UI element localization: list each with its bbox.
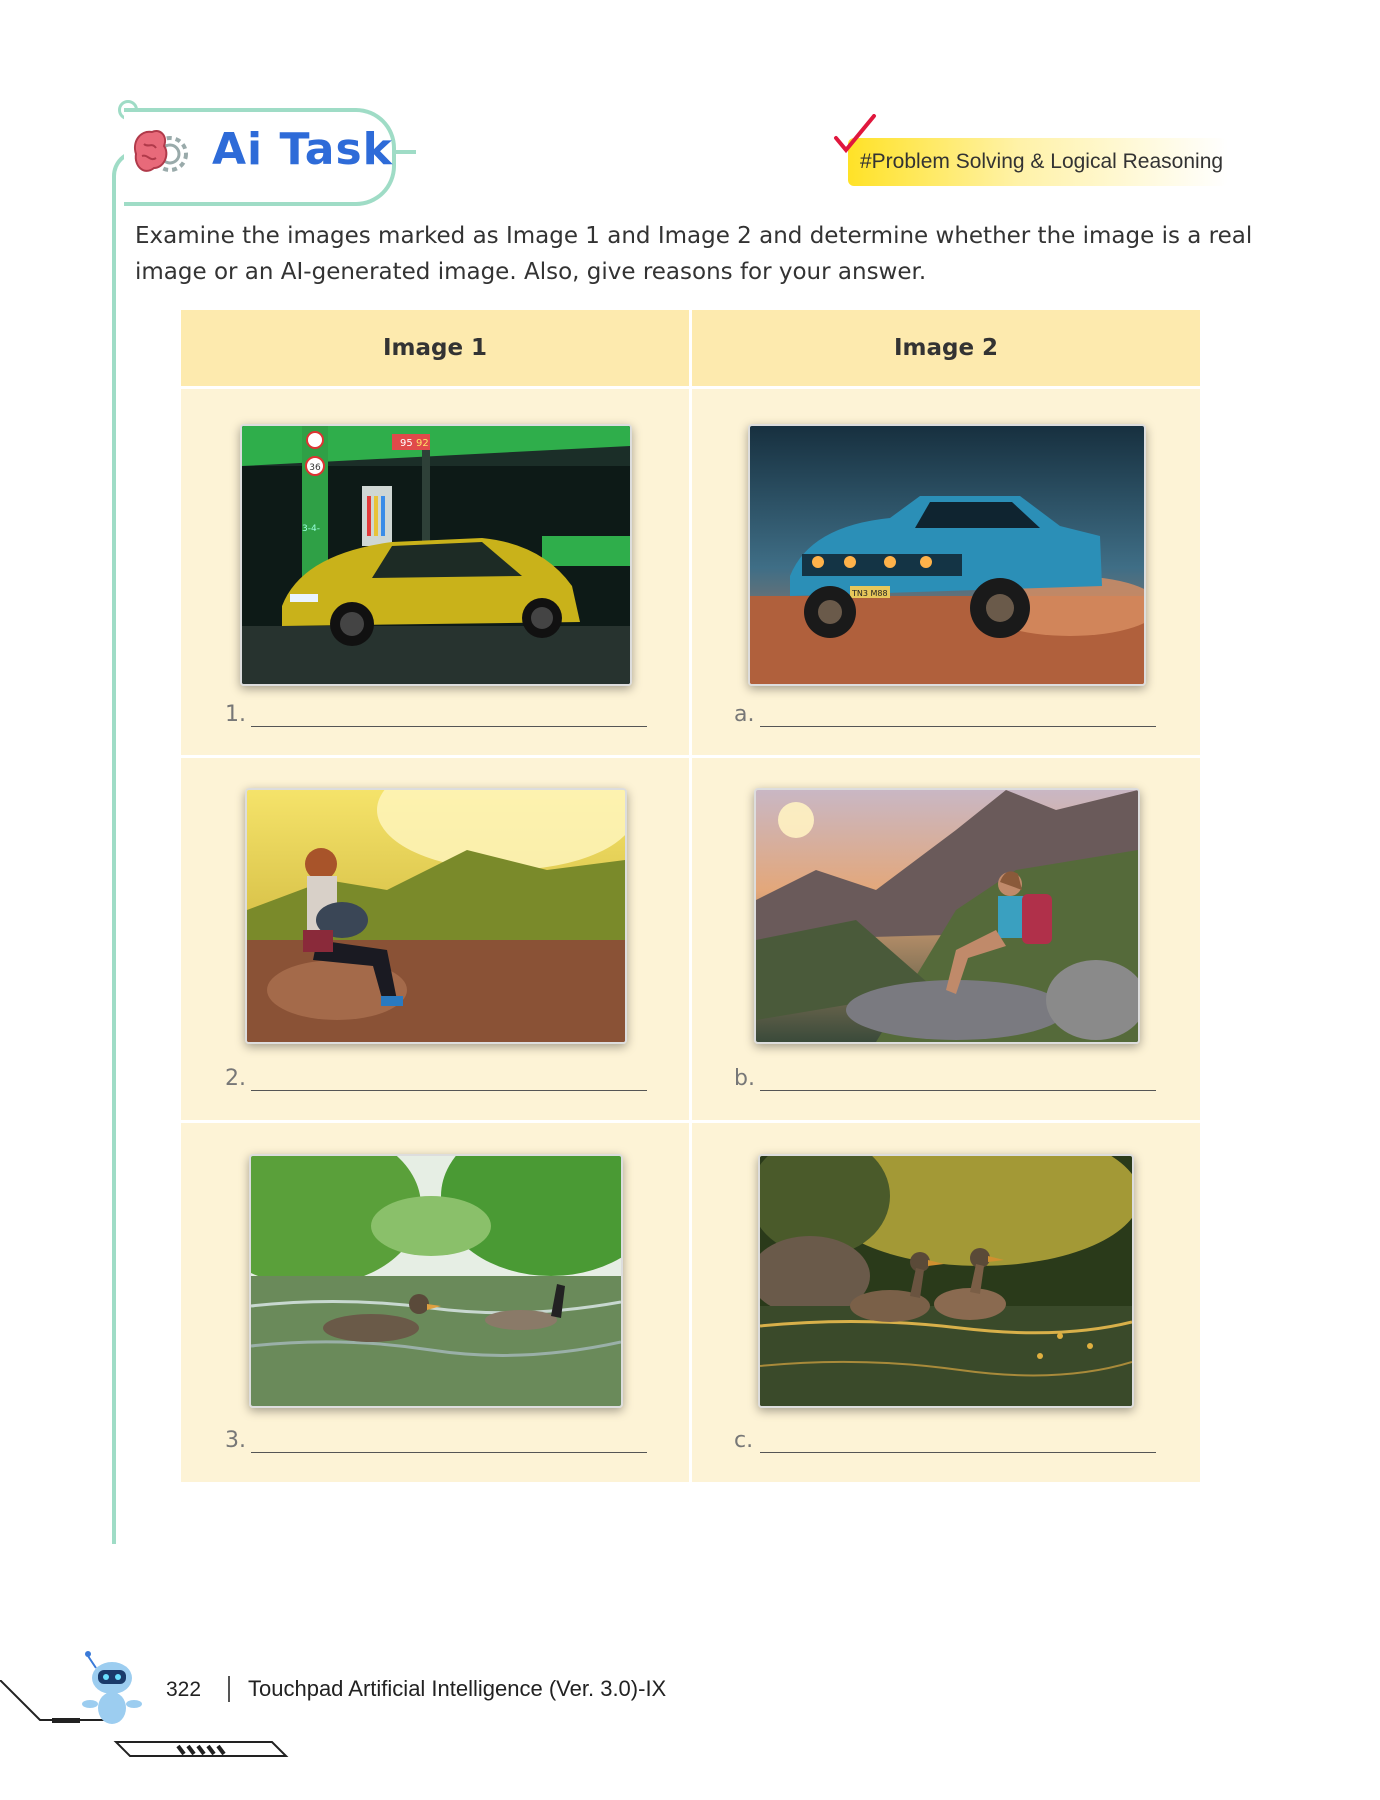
row-divider (181, 386, 1200, 389)
answer-blank-b[interactable]: b. (734, 1066, 1156, 1096)
answer-label: 1. (225, 702, 246, 727)
answer-blank-1[interactable]: 1. (225, 702, 647, 732)
answer-label: 3. (225, 1428, 246, 1453)
image-3-ducks-photo (249, 1154, 623, 1408)
instructions-text: Examine the images marked as Image 1 and… (135, 223, 1253, 285)
answer-blank-a[interactable]: a. (734, 702, 1156, 732)
left-rail (112, 204, 116, 1544)
row-divider (181, 1120, 1200, 1123)
image-c-ducks-photo (758, 1154, 1134, 1408)
speed-sign-text: 36 (309, 463, 321, 473)
answer-line (251, 1452, 647, 1453)
robot-mascot-icon (74, 1650, 148, 1734)
row-divider (181, 755, 1200, 758)
answer-line (760, 726, 1156, 727)
image-a-car-photo: TN3 M88 (748, 424, 1146, 686)
price-sign-text: 95 (400, 438, 413, 449)
answer-label: a. (734, 702, 755, 727)
footer-separator (228, 1676, 230, 1702)
answer-label: b. (734, 1066, 755, 1091)
image-comparison-table: Image 1 Image 2 36 95 92 3-4- 1. TN3 M88… (181, 310, 1200, 1482)
answer-label: c. (734, 1428, 754, 1453)
answer-line (251, 1090, 647, 1091)
tag-text: #Problem Solving & Logical Reasoning (860, 150, 1224, 173)
image-b-hiker-photo (754, 788, 1140, 1044)
checkmark-icon (832, 114, 878, 154)
pump-number-text: 3-4- (302, 524, 320, 534)
answer-line (251, 726, 647, 727)
col-header-image-1: Image 1 (181, 310, 689, 386)
answer-line (760, 1090, 1156, 1091)
answer-blank-3[interactable]: 3. (225, 1428, 647, 1458)
price-sign-text-2: 92 (416, 438, 429, 449)
column-divider (689, 310, 692, 1482)
license-plate-text: TN3 M88 (851, 589, 888, 598)
answer-line (760, 1452, 1156, 1453)
skill-tag: #Problem Solving & Logical Reasoning (834, 114, 1248, 190)
image-2-woman-photo (245, 788, 627, 1044)
answer-label: 2. (225, 1066, 246, 1091)
book-title: Touchpad Artificial Intelligence (Ver. 3… (248, 1676, 667, 1701)
brain-gear-icon (130, 124, 188, 184)
answer-blank-2[interactable]: 2. (225, 1066, 647, 1096)
image-1-car-photo: 36 95 92 3-4- (240, 424, 632, 686)
ai-task-title: Ai Task (212, 124, 393, 175)
col-header-image-2: Image 2 (692, 310, 1200, 386)
answer-blank-c[interactable]: c. (734, 1428, 1156, 1458)
page-number: 322 (166, 1678, 202, 1701)
